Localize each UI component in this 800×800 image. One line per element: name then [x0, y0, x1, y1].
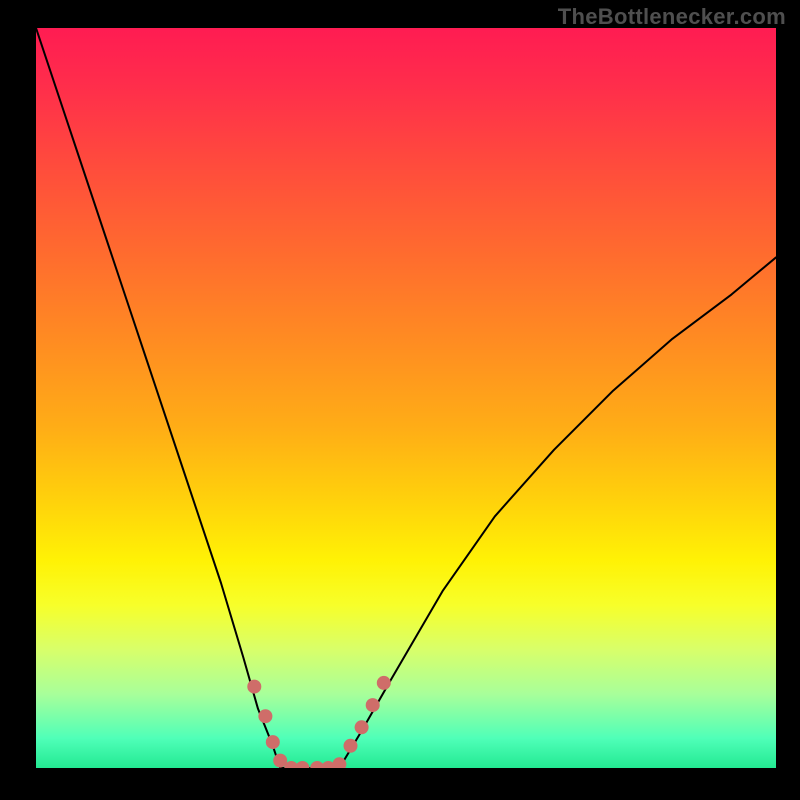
series-left-descent [36, 28, 280, 768]
plot-area [36, 28, 776, 768]
marker-marker-cluster-right [377, 676, 391, 690]
marker-marker-cluster-right [344, 739, 358, 753]
marker-marker-cluster-left [295, 761, 309, 768]
marker-marker-cluster-left [247, 680, 261, 694]
marker-marker-cluster-right [366, 698, 380, 712]
marker-marker-cluster-right [355, 720, 369, 734]
chart-svg [36, 28, 776, 768]
marker-marker-cluster-left [258, 709, 272, 723]
series-right-ascent [339, 257, 776, 768]
chart-frame: TheBottlenecker.com [0, 0, 800, 800]
watermark-text: TheBottlenecker.com [558, 4, 786, 30]
marker-marker-cluster-left [266, 735, 280, 749]
